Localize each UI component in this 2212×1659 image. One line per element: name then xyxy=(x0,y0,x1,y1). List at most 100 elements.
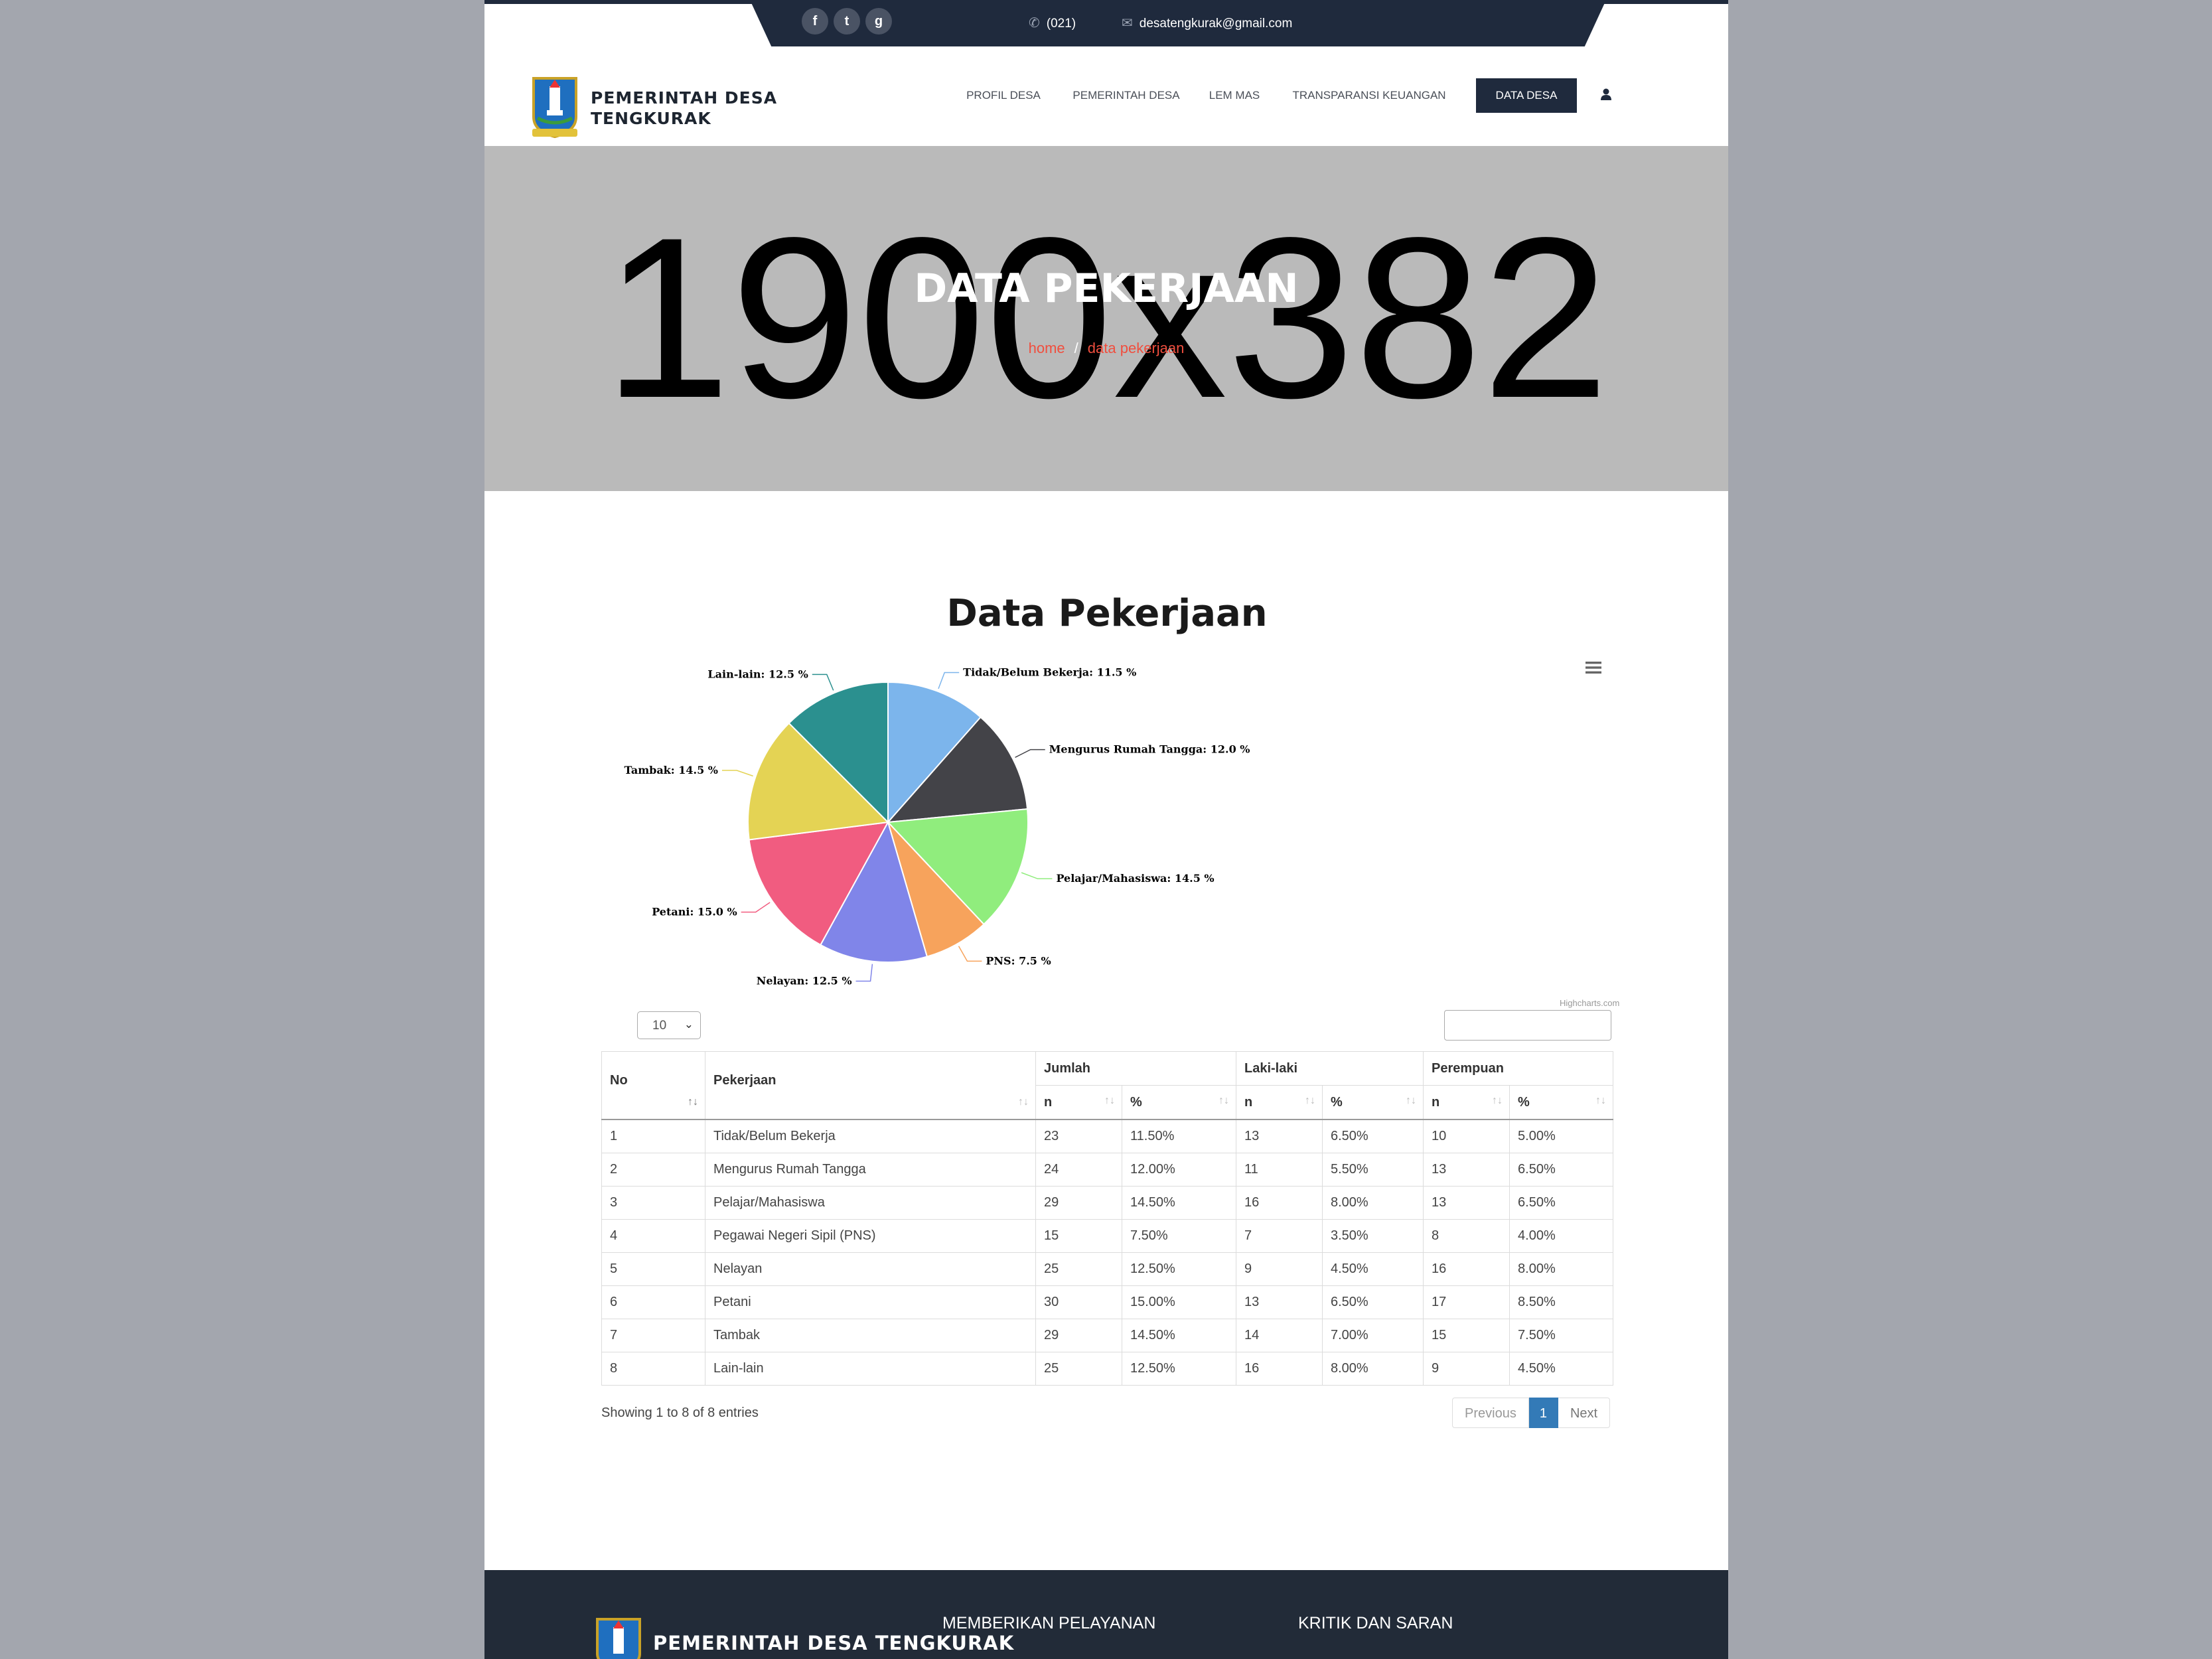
pagination-next[interactable]: Next xyxy=(1558,1398,1611,1428)
pie-data-label: PNS: 7.5 % xyxy=(986,954,1051,967)
cell-laki-pct: 7.00% xyxy=(1321,1319,1424,1352)
user-icon[interactable] xyxy=(1599,88,1613,101)
breadcrumb: home / data pekerjaan xyxy=(484,340,1728,357)
table-row: 4 Pegawai Negeri Sipil (PNS) 15 7.50% 7 3.50%… xyxy=(601,1219,1614,1253)
cell-perempuan-pct: 5.00% xyxy=(1509,1119,1614,1153)
col-header-laki-n[interactable]: n ↑↓ xyxy=(1236,1085,1323,1120)
village-emblem-logo[interactable] xyxy=(530,74,580,139)
cell-laki-pct: 5.50% xyxy=(1321,1153,1424,1187)
cell-jumlah-pct: 12.50% xyxy=(1122,1352,1236,1386)
cell-perempuan-pct: 6.50% xyxy=(1509,1186,1614,1220)
pie-label-connector xyxy=(812,674,834,691)
footer-brand: PEMERINTAH DESA TENGKURAK xyxy=(653,1632,1015,1654)
table-row: 7 Tambak 29 14.50% 14 7.00% 15 7.50% xyxy=(601,1319,1614,1352)
banner-placeholder-text: 1900x382 xyxy=(603,190,1609,446)
facebook-icon[interactable]: f xyxy=(802,8,828,35)
sort-icon: ↑↓ xyxy=(688,1096,698,1108)
col-header-no[interactable]: No ↑↓ xyxy=(601,1051,705,1120)
chart-credits[interactable]: Highcharts.com xyxy=(1560,998,1619,1008)
cell-laki-pct: 6.50% xyxy=(1321,1119,1424,1153)
cell-perempuan-pct: 8.50% xyxy=(1509,1285,1614,1319)
table-row: 2 Mengurus Rumah Tangga 24 12.00% 11 5.50% 13 6… xyxy=(601,1153,1614,1187)
table-row: 8 Lain-lain 25 12.50% 16 8.00% 9 4.50% xyxy=(601,1352,1614,1386)
twitter-icon[interactable]: t xyxy=(834,8,860,35)
col-header-perempuan-pct[interactable]: % ↑↓ xyxy=(1509,1085,1614,1120)
cell-jumlah-pct: 14.50% xyxy=(1122,1319,1236,1352)
table-row: 1 Tidak/Belum Bekerja 23 11.50% 13 6.50% 10 5.0… xyxy=(601,1119,1614,1153)
cell-perempuan-n: 9 xyxy=(1423,1352,1511,1386)
col-header-label: % xyxy=(1130,1094,1142,1110)
cell-jumlah-n: 15 xyxy=(1035,1219,1122,1253)
cell-laki-n: 11 xyxy=(1236,1153,1323,1187)
sort-icon: ↑↓ xyxy=(1595,1095,1607,1106)
col-header-laki-pct[interactable]: % ↑↓ xyxy=(1321,1085,1424,1120)
col-header-label: % xyxy=(1331,1094,1343,1110)
cell-laki-n: 14 xyxy=(1236,1319,1323,1352)
cell-jumlah-n: 25 xyxy=(1035,1352,1122,1386)
nav-item-profil-desa[interactable]: PROFIL DESA xyxy=(957,78,1050,113)
page-banner: 1900x382 DATA PEKERJAAN home / data pekerj… xyxy=(484,146,1728,491)
col-header-pekerjaan[interactable]: Pekerjaan ↑↓ xyxy=(705,1051,1036,1120)
envelope-icon: ✉ xyxy=(1122,16,1133,31)
cell-no: 6 xyxy=(601,1285,705,1319)
sort-icon: ↑↓ xyxy=(1218,1095,1229,1106)
phone-contact: ✆ (021) xyxy=(1029,15,1076,31)
pagination-previous[interactable]: Previous xyxy=(1452,1398,1529,1428)
cell-jumlah-n: 29 xyxy=(1035,1186,1122,1220)
col-header-jumlah-pct[interactable]: % ↑↓ xyxy=(1122,1085,1236,1120)
pie-label-connector xyxy=(741,902,771,913)
cell-jumlah-pct: 15.00% xyxy=(1122,1285,1236,1319)
cell-jumlah-pct: 11.50% xyxy=(1122,1119,1236,1153)
cell-no: 3 xyxy=(601,1186,705,1220)
brand-name[interactable]: PEMERINTAH DESA TENGKURAK xyxy=(591,88,790,129)
sort-icon: ↑↓ xyxy=(1305,1095,1315,1106)
entries-length-select[interactable]: 10 ⌄ xyxy=(637,1011,701,1039)
nav-item-lem-mas[interactable]: LEM MAS xyxy=(1203,78,1266,113)
table-row: 5 Nelayan 25 12.50% 9 4.50% 16 8.00% xyxy=(601,1252,1614,1286)
email-address[interactable]: desatengkurak@gmail.com xyxy=(1140,17,1293,31)
cell-laki-n: 16 xyxy=(1236,1352,1323,1386)
col-header-jumlah-n[interactable]: n ↑↓ xyxy=(1035,1085,1122,1120)
cell-pekerjaan: Mengurus Rumah Tangga xyxy=(705,1153,1036,1187)
pie-data-label: Pelajar/Mahasiswa: 14.5 % xyxy=(1056,872,1214,885)
footer-heading-pelayanan: MEMBERIKAN PELAYANAN xyxy=(942,1614,1156,1632)
pagination-page-1[interactable]: 1 xyxy=(1528,1398,1558,1428)
cell-pekerjaan: Pelajar/Mahasiswa xyxy=(705,1186,1036,1220)
breadcrumb-home[interactable]: home xyxy=(1029,340,1065,356)
chart-menu-icon[interactable] xyxy=(1584,660,1603,676)
cell-jumlah-n: 29 xyxy=(1035,1319,1122,1352)
group-header-jumlah: Jumlah xyxy=(1035,1051,1236,1086)
email-contact[interactable]: ✉ desatengkurak@gmail.com xyxy=(1122,15,1292,31)
google-plus-icon[interactable]: g xyxy=(865,8,892,35)
cell-no: 5 xyxy=(601,1252,705,1286)
pie-label-connector xyxy=(958,946,982,962)
cell-laki-pct: 8.00% xyxy=(1321,1352,1424,1386)
pie-chart: Tidak/Belum Bekerja: 11.5 % Mengurus Ruma… xyxy=(601,584,1619,1015)
nav-item-data-desa[interactable]: DATA DESA xyxy=(1476,78,1577,113)
pie-data-label: Nelayan: 12.5 % xyxy=(757,975,852,987)
phone-icon: ✆ xyxy=(1029,16,1040,31)
nav-item-transparansi-keuangan[interactable]: TRANSPARANSI KEUANGAN xyxy=(1282,78,1456,113)
cell-no: 2 xyxy=(601,1153,705,1187)
page: f t g ✆ (021) ✉ desatengkurak@gmail.com PE… xyxy=(484,0,1728,1659)
footer-heading-kritik-saran: KRITIK DAN SARAN xyxy=(1298,1614,1453,1632)
cell-perempuan-pct: 6.50% xyxy=(1509,1153,1614,1187)
cell-pekerjaan: Tambak xyxy=(705,1319,1036,1352)
col-header-perempuan-n[interactable]: n ↑↓ xyxy=(1423,1085,1511,1120)
col-header-label: n xyxy=(1244,1094,1253,1110)
cell-perempuan-n: 13 xyxy=(1423,1153,1511,1187)
col-header-label: % xyxy=(1518,1094,1530,1110)
pie-data-label: Petani: 15.0 % xyxy=(652,905,737,918)
cell-laki-n: 7 xyxy=(1236,1219,1323,1253)
col-header-label: n xyxy=(1044,1094,1053,1110)
nav-item-pemerintah-desa[interactable]: PEMERINTAH DESA xyxy=(1066,78,1187,113)
cell-laki-n: 13 xyxy=(1236,1119,1323,1153)
cell-jumlah-pct: 12.00% xyxy=(1122,1153,1236,1187)
col-header-no-label: No xyxy=(610,1073,628,1088)
phone-number: (021) xyxy=(1046,17,1076,31)
cell-pekerjaan: Petani xyxy=(705,1285,1036,1319)
table-search-input[interactable] xyxy=(1444,1010,1611,1041)
pie-chart-svg: Tidak/Belum Bekerja: 11.5 % Mengurus Ruma… xyxy=(624,666,1250,987)
cell-perempuan-pct: 4.00% xyxy=(1509,1219,1614,1253)
footer-emblem-logo xyxy=(596,1618,641,1659)
